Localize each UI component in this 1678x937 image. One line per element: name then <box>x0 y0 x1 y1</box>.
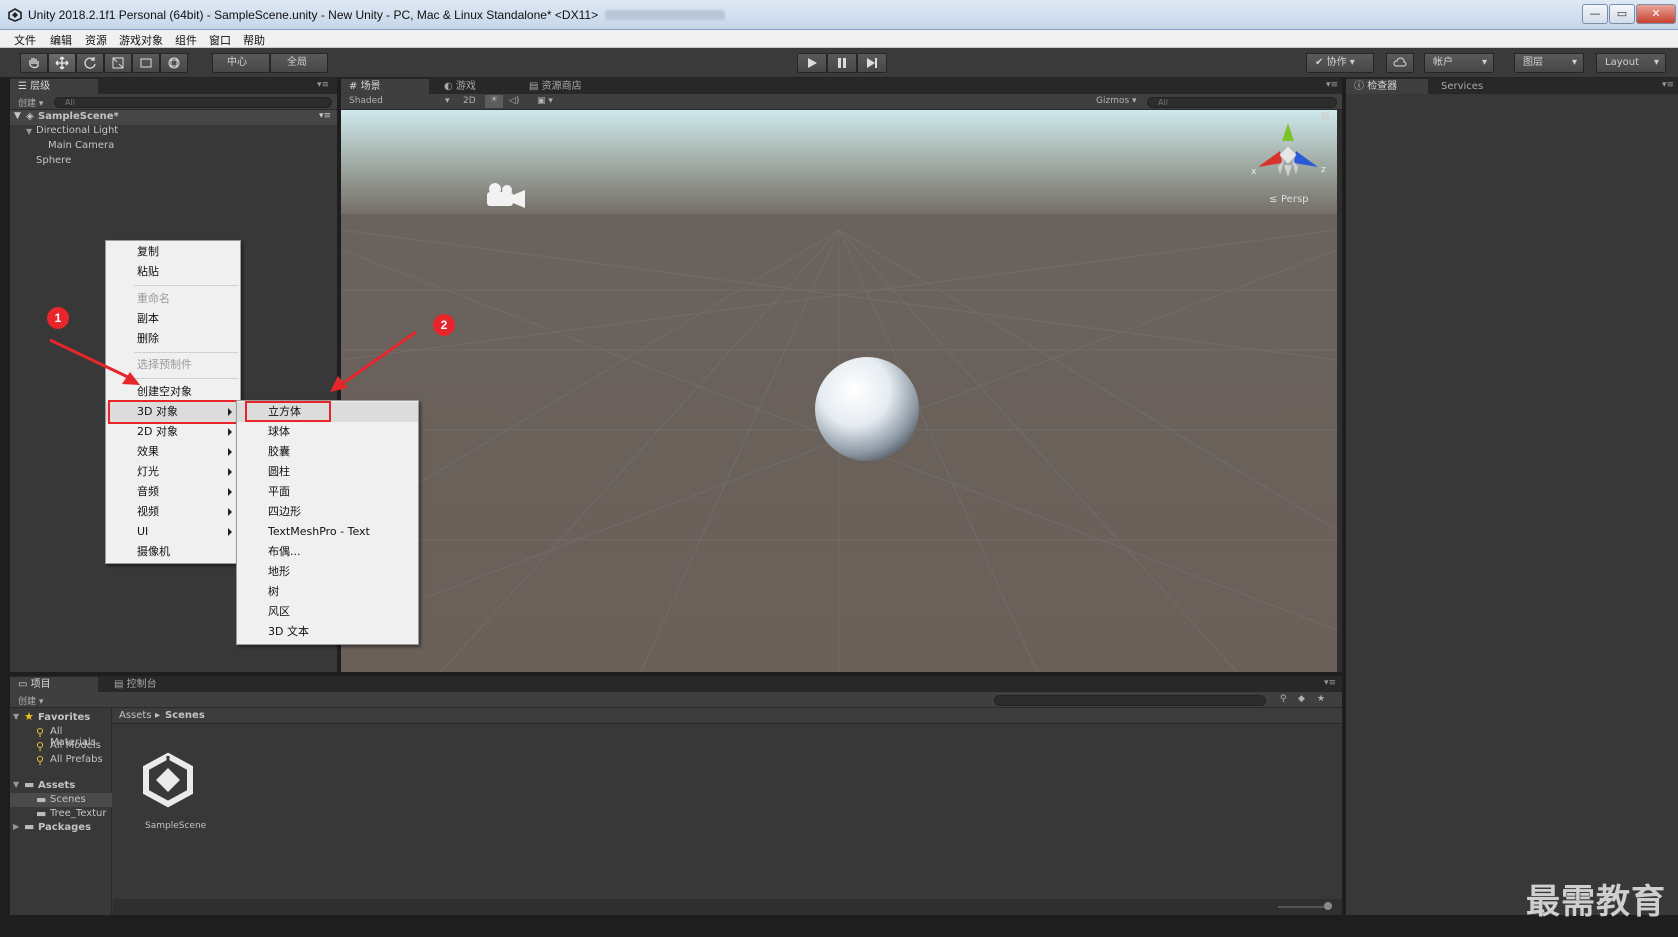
arrow-2-line <box>341 330 417 386</box>
arrow-1-line <box>49 338 131 380</box>
annotation-arrows <box>49 330 417 392</box>
annotation-badge-1: 1 <box>47 307 69 329</box>
annotation-badge-2: 2 <box>433 314 455 336</box>
arrow-2-head <box>330 376 348 392</box>
watermark: 最需教育 <box>1526 882 1666 922</box>
